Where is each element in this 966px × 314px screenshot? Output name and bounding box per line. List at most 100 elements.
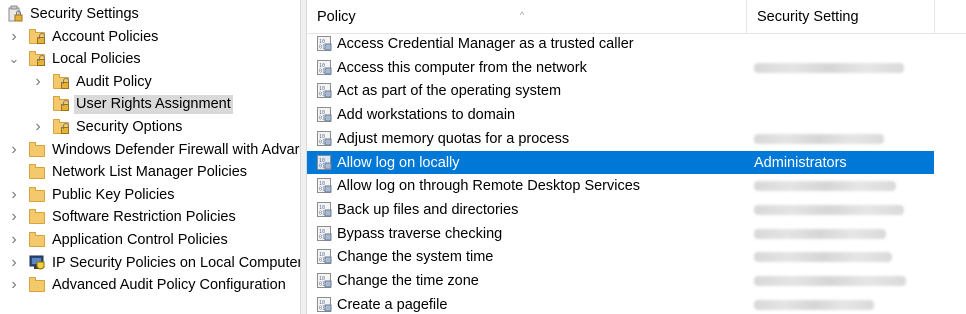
tree-item[interactable]: › Public Key Policies [0, 184, 300, 206]
column-header-setting-label: Security Setting [757, 9, 859, 25]
chevron-right-icon[interactable]: › [8, 209, 20, 225]
redacted-setting-value [754, 204, 904, 215]
svg-text:01: 01 [319, 139, 325, 145]
policy-row[interactable]: 10 01 Access this computer from the networ… [307, 56, 934, 79]
svg-text:01: 01 [319, 305, 325, 311]
locked-folder-icon [28, 28, 46, 46]
policy-icon: 10 01 [316, 248, 333, 265]
tree-item[interactable]: › Windows Defender Firewall with Advar [0, 139, 300, 161]
policy-name: Adjust memory quotas for a process [337, 130, 570, 147]
policy-row[interactable]: 10 01 Bypass traverse checking [307, 222, 934, 245]
folder-icon [28, 276, 46, 294]
column-header-policy-label: Policy [317, 9, 356, 25]
policy-row[interactable]: 10 01 Change the time zone [307, 269, 934, 292]
tree-item[interactable]: Network List Manager Policies [0, 161, 300, 183]
policy-row[interactable]: 10 01 Allow log on locally Administrators [307, 150, 934, 174]
chevron-right-icon[interactable]: › [8, 141, 20, 158]
policy-name: Allow log on through Remote Desktop Serv… [337, 178, 641, 195]
policy-icon: 10 01 [316, 106, 333, 123]
policy-icon: 10 01 [316, 59, 333, 76]
tree-item[interactable]: › Application Control Policies [0, 229, 300, 251]
folder-icon [28, 186, 46, 204]
list-header: Policy ^ Security Setting [307, 0, 966, 34]
policy-name: Add workstations to domain [337, 107, 516, 124]
policy-row[interactable]: 10 01 Add workstations to domain [307, 103, 934, 126]
svg-text:01: 01 [319, 68, 325, 74]
policy-name: Act as part of the operating system [337, 83, 562, 100]
tree-item[interactable]: › Account Policies [0, 26, 300, 48]
tree-item[interactable]: User Rights Assignment [0, 93, 300, 115]
policy-icon: 10 01 [316, 201, 333, 218]
redacted-setting-value [754, 228, 886, 239]
policy-row[interactable]: 10 01 Adjust memory quotas for a process [307, 127, 934, 150]
redacted-setting-value [754, 133, 884, 144]
chevron-right-icon[interactable]: › [8, 277, 20, 293]
column-separator[interactable] [934, 0, 935, 33]
tree-item[interactable]: › Advanced Audit Policy Configuration [0, 274, 300, 296]
redacted-setting-value [754, 276, 906, 286]
chevron-right-icon[interactable]: › [32, 119, 44, 135]
svg-text:01: 01 [319, 234, 325, 240]
policy-list[interactable]: Policy ^ Security Setting 10 01 Access Cre… [307, 0, 966, 314]
policy-row[interactable]: 10 01 Allow log on through Remote Desktop … [307, 174, 934, 197]
tree-item[interactable]: › Software Restriction Policies [0, 206, 300, 228]
tree-item-label: User Rights Assignment [74, 95, 233, 115]
folder-icon [28, 231, 46, 249]
tree-item-label: Software Restriction Policies [52, 209, 236, 226]
console-tree[interactable]: Security Settings › Account Policies ⌄ Local… [0, 0, 300, 314]
policy-row[interactable]: 10 01 Change the system time [307, 245, 934, 268]
policy-row[interactable]: 10 01 Act as part of the operating system [307, 79, 934, 102]
chevron-right-icon[interactable]: › [8, 28, 20, 45]
tree-item-label: Security Options [76, 119, 183, 135]
policy-icon: 10 01 [316, 296, 333, 313]
tree-item[interactable]: › IP Security Policies on Local Computer [0, 252, 300, 274]
policy-icon: 10 01 [316, 225, 333, 242]
policy-name: Access this computer from the network [337, 59, 587, 76]
tree-item[interactable]: › Audit Policy [0, 71, 300, 93]
tree-item-label: Security Settings [30, 6, 139, 22]
chevron-down-icon[interactable]: ⌄ [8, 51, 20, 67]
column-header-security-setting[interactable]: Security Setting [747, 0, 935, 33]
pane-splitter[interactable] [300, 0, 307, 314]
tree-item-label: Audit Policy [76, 73, 152, 90]
redacted-setting-value [754, 62, 904, 73]
locked-folder-icon [52, 118, 70, 136]
tree-item[interactable]: › Security Options [0, 116, 300, 138]
tree-item-label: Application Control Policies [52, 232, 228, 248]
sort-caret-icon: ^ [520, 10, 525, 20]
tree-item-label: Account Policies [52, 28, 159, 45]
policy-name: Back up files and directories [337, 201, 519, 218]
column-header-policy[interactable]: Policy ^ [307, 0, 747, 33]
redacted-setting-value [754, 181, 896, 192]
tree-item-label: IP Security Policies on Local Computer [52, 254, 300, 271]
policy-row[interactable]: 10 01 Create a pagefile [307, 293, 934, 314]
tree-item[interactable]: Security Settings [0, 3, 300, 25]
policy-row[interactable]: 10 01 Back up files and directories [307, 198, 934, 221]
policy-icon: 10 01 [316, 130, 333, 147]
redacted-setting-value [754, 299, 874, 310]
tree-item[interactable]: ⌄ Local Policies [0, 48, 300, 70]
tree-item-label: Public Key Policies [52, 186, 175, 203]
svg-text:01: 01 [319, 210, 325, 216]
chevron-right-icon[interactable]: › [8, 186, 20, 203]
policy-icon: 10 01 [316, 82, 333, 99]
policy-icon: 10 01 [316, 154, 333, 171]
folder-icon [28, 141, 46, 159]
locked-folder-icon [52, 95, 70, 113]
security-settings-icon [6, 5, 24, 23]
chevron-right-icon[interactable]: › [8, 254, 20, 271]
policy-name: Change the system time [337, 249, 494, 266]
svg-text:01: 01 [319, 116, 325, 122]
folder-icon [28, 163, 46, 181]
chevron-right-icon[interactable]: › [32, 73, 44, 90]
ip-security-icon [28, 254, 46, 272]
svg-text:01: 01 [319, 187, 325, 193]
tree-item-label: Advanced Audit Policy Configuration [52, 277, 286, 294]
security-setting-value: Administrators [754, 154, 847, 171]
chevron-right-icon[interactable]: › [8, 232, 20, 248]
svg-text:01: 01 [319, 163, 325, 169]
locked-folder-icon [28, 50, 46, 68]
policy-row[interactable]: 10 01 Access Credential Manager as a trust… [307, 32, 934, 55]
policy-icon: 10 01 [316, 35, 333, 52]
policy-name: Access Credential Manager as a trusted c… [337, 36, 634, 52]
